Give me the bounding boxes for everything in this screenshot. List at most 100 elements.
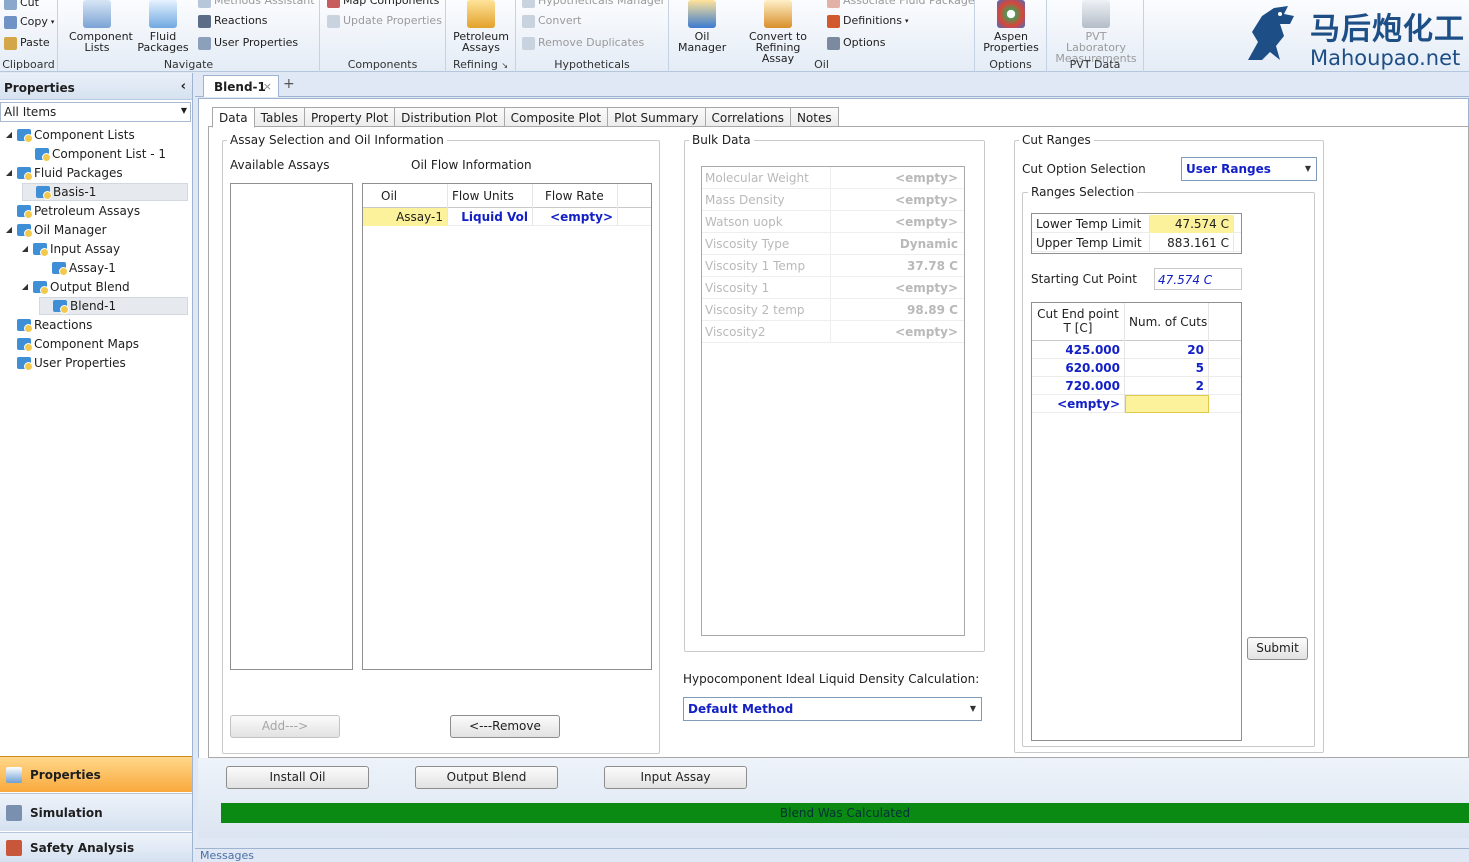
table-row: Upper Temp Limit 883.161 C [1032, 234, 1241, 252]
expand-arrow-icon[interactable]: ◢ [4, 126, 14, 144]
expand-arrow-icon[interactable]: ◢ [20, 240, 30, 258]
close-tab-icon[interactable]: × [263, 80, 272, 93]
tab-property-plot[interactable]: Property Plot [304, 107, 396, 127]
hypocomponent-density-dropdown[interactable]: Default Method ▼ [683, 697, 982, 721]
add-tab-icon[interactable]: + [283, 76, 295, 92]
user-properties-button[interactable]: User Properties [198, 36, 298, 50]
aspen-properties-button[interactable]: Aspen Properties [979, 0, 1043, 53]
tree-item-petroleum-assays[interactable]: Petroleum Assays [4, 202, 140, 220]
cut-end-cell[interactable]: 720.000 [1032, 377, 1125, 395]
add-assay-button[interactable]: Add---> [230, 715, 340, 738]
cut-button[interactable]: Cut [4, 0, 39, 10]
flow-rate-cell[interactable]: <empty> [533, 208, 618, 226]
bulk-data-grid: Molecular Weight <empty> Mass Density <emp… [701, 166, 965, 636]
remove-duplicates-button[interactable]: Remove Duplicates [522, 36, 644, 50]
num-cuts-cell[interactable] [1125, 395, 1209, 413]
component-lists-button[interactable]: Component Lists [64, 0, 133, 53]
tree-item-user-properties[interactable]: User Properties [4, 354, 126, 372]
bulk-name: Viscosity2 [705, 325, 766, 339]
document-tab-blend-1[interactable]: Blend-1 × [203, 75, 279, 97]
pvt-lab-button[interactable]: PVT Laboratory Measurements [1053, 0, 1139, 64]
definitions-button[interactable]: Definitions ▾ [827, 14, 909, 28]
tree-item-reactions[interactable]: Reactions [4, 316, 92, 334]
copy-button[interactable]: Copy ▾ [4, 15, 54, 29]
oil-manager-button[interactable]: Oil Manager [673, 0, 731, 53]
nav-properties-button[interactable]: Properties [0, 756, 192, 792]
oil-flow-grid[interactable]: Oil Flow Units Flow Rate Assay-1 Liquid … [362, 183, 652, 670]
tree-item-oil-manager[interactable]: ◢ Oil Manager [4, 221, 107, 239]
tab-correlations[interactable]: Correlations [705, 107, 791, 127]
output-blend-button[interactable]: Output Blend [415, 766, 558, 789]
table-row: 720.000 2 [1032, 377, 1241, 395]
options-icon [827, 36, 840, 50]
components-group-label: Components [347, 58, 418, 71]
paste-button[interactable]: Paste [4, 36, 50, 50]
convert-to-refining-assay-button[interactable]: Convert to Refining Assay [737, 0, 819, 64]
available-assays-list[interactable] [230, 183, 353, 670]
clipboard-icon [4, 36, 17, 50]
tree-item-assay-1[interactable]: Assay-1 [39, 259, 116, 277]
column-header-cut-end-point: Cut End point T [C] [1032, 303, 1125, 341]
messages-panel[interactable]: Messages [195, 848, 1469, 862]
oil-cell[interactable]: Assay-1 [363, 208, 448, 226]
tab-plot-summary[interactable]: Plot Summary [608, 107, 706, 127]
expand-arrow-icon[interactable]: ◢ [20, 278, 30, 296]
bulk-value: <empty> [895, 281, 958, 295]
tree-item-component-maps[interactable]: Component Maps [4, 335, 139, 353]
map-components-button[interactable]: Map Components [327, 0, 439, 8]
num-cuts-cell[interactable]: 20 [1125, 341, 1209, 359]
ranges-selection-legend: Ranges Selection [1028, 185, 1138, 199]
flow-units-cell[interactable]: Liquid Vol [448, 208, 533, 226]
bulk-name: Molecular Weight [705, 171, 809, 185]
install-oil-button[interactable]: Install Oil [226, 766, 369, 789]
expand-arrow-icon[interactable]: ◢ [4, 164, 14, 182]
reactions-button[interactable]: Reactions [198, 14, 268, 28]
dialog-launcher-icon[interactable]: ↘ [501, 61, 508, 70]
submit-button[interactable]: Submit [1247, 637, 1308, 660]
associate-fluid-package-button[interactable]: Associate Fluid Package [827, 0, 975, 8]
bulk-value: Dynamic [899, 237, 958, 251]
cut-points-header-row: Cut End point T [C] Num. of Cuts [1032, 303, 1241, 341]
tree-item-output-blend[interactable]: ◢ Output Blend [20, 278, 130, 296]
cut-end-cell[interactable]: <empty> [1032, 395, 1125, 413]
cut-end-cell[interactable]: 620.000 [1032, 359, 1125, 377]
remove-assay-button[interactable]: <---Remove [450, 715, 560, 738]
hypotheticals-manager-button[interactable]: Hypotheticals Manager [522, 0, 665, 8]
tree-item-component-lists[interactable]: ◢ Component Lists [4, 126, 135, 144]
nav-safety-analysis-button[interactable]: Safety Analysis [0, 832, 192, 862]
fluid-packages-button[interactable]: Fluid Packages [134, 0, 192, 53]
bulk-value: 98.89 C [907, 303, 958, 317]
tab-distribution-plot[interactable]: Distribution Plot [395, 107, 505, 127]
petroleum-assays-button[interactable]: Petroleum Assays [450, 0, 512, 53]
tree-item-fluid-packages[interactable]: ◢ Fluid Packages [4, 164, 123, 182]
num-cuts-cell[interactable]: 5 [1125, 359, 1209, 377]
collapse-panel-icon[interactable]: ‹ [181, 79, 186, 94]
num-cuts-cell[interactable]: 2 [1125, 377, 1209, 395]
tree-item-component-list-1[interactable]: Component List - 1 [22, 145, 166, 163]
lower-temp-value[interactable]: 47.574 C [1150, 215, 1234, 233]
tree-item-input-assay[interactable]: ◢ Input Assay [20, 240, 120, 258]
tree-filter-dropdown[interactable]: All Items ▼ [0, 102, 191, 122]
tab-tables[interactable]: Tables [254, 107, 305, 127]
methods-assistant-button[interactable]: Methods Assistant [198, 0, 315, 8]
tree-item-basis-1[interactable]: Basis-1 [22, 183, 188, 201]
navigate-group-label: Navigate [163, 58, 214, 71]
cut-end-cell[interactable]: 425.000 [1032, 341, 1125, 359]
cut-points-grid[interactable]: Cut End point T [C] Num. of Cuts 425.000… [1031, 302, 1242, 741]
starting-cut-point-input[interactable]: 47.574 C [1154, 268, 1242, 290]
tree-item-blend-1[interactable]: Blend-1 [39, 297, 188, 315]
tab-notes[interactable]: Notes [790, 107, 839, 127]
bulk-data-legend: Bulk Data [689, 133, 754, 147]
cut-option-dropdown[interactable]: User Ranges ▼ [1181, 157, 1317, 181]
input-assay-button[interactable]: Input Assay [604, 766, 747, 789]
nav-simulation-button[interactable]: Simulation [0, 793, 192, 831]
tab-data[interactable]: Data [212, 107, 255, 128]
update-properties-button[interactable]: Update Properties [327, 14, 442, 28]
tab-composite-plot[interactable]: Composite Plot [504, 107, 609, 127]
bulk-name: Mass Density [705, 193, 785, 207]
convert-button[interactable]: Convert [522, 14, 582, 28]
expand-arrow-icon[interactable]: ◢ [4, 221, 14, 239]
upper-temp-value[interactable]: 883.161 C [1150, 234, 1234, 252]
options-group-label: Options [989, 58, 1032, 71]
oil-options-button[interactable]: Options [827, 36, 885, 50]
